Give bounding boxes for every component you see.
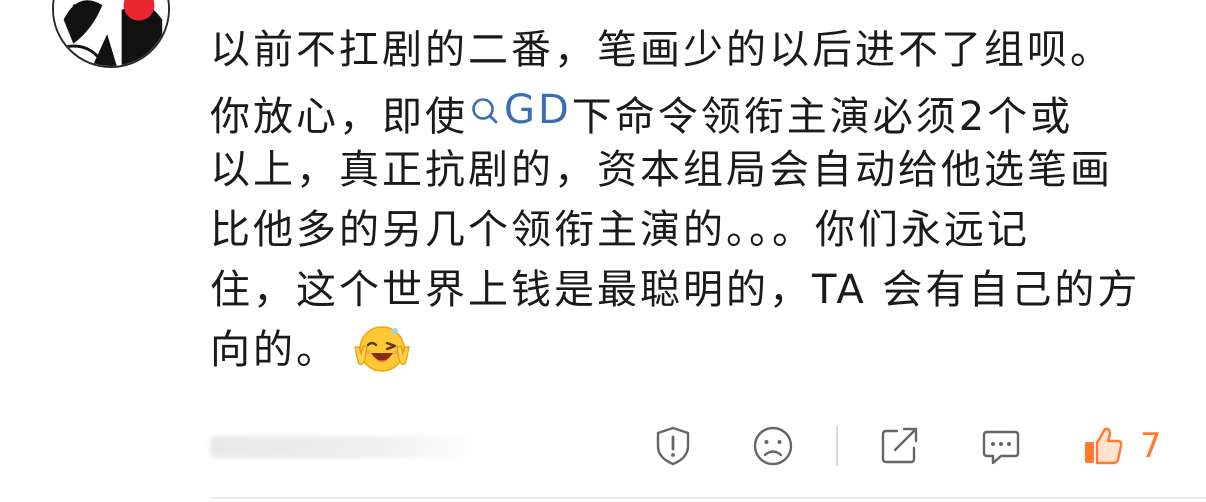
report-icon [656, 426, 690, 466]
like-button[interactable] [1080, 418, 1126, 474]
report-button[interactable] [650, 418, 696, 474]
topic-label: GD [504, 87, 572, 133]
comment-meta-blurred [210, 436, 480, 458]
comment-icon [982, 430, 1020, 465]
comment-text: 向的。 [210, 327, 339, 373]
comment-text: 你放心，即使 [210, 94, 468, 140]
like-count: 7 [1140, 426, 1162, 466]
laughing-victory-emoji [353, 319, 411, 377]
comment-line: 向的。 [210, 320, 1170, 380]
comment-line: 住，这个世界上钱是最聪明的，TA 会有自己的方 [210, 267, 1141, 313]
comment-line: 以前不扛剧的二番，笔画少的以后进不了组呗。 [210, 27, 1113, 73]
topic-link[interactable]: GD [468, 80, 572, 140]
comment-line: 比他多的另几个领衔主演的。。。你们永远记 [210, 207, 1030, 253]
comment-divider [210, 497, 1206, 499]
reply-button[interactable] [978, 418, 1024, 474]
search-icon [468, 90, 502, 130]
comment-body: 以前不扛剧的二番，笔画少的以后进不了组呗。 你放心，即使 GD 下命令领衔主演必须2… [210, 20, 1170, 380]
avatar[interactable] [52, 0, 170, 68]
comment-text: 下命令领衔主演必须2个或 [571, 94, 1074, 140]
action-divider [836, 426, 838, 466]
comment-action-bar: 7 [640, 418, 1180, 474]
dislike-button[interactable] [750, 418, 796, 474]
share-icon [881, 427, 918, 464]
share-button[interactable] [876, 418, 922, 474]
avatar-image [54, 0, 168, 66]
comment-line: 以上，真正抗剧的，资本组局会自动给他选笔画 [210, 147, 1113, 193]
sad-face-icon [753, 426, 793, 466]
comment-line: 你放心，即使 GD 下命令领衔主演必须2个或 [210, 80, 1170, 140]
thumbs-up-icon [1085, 427, 1123, 465]
